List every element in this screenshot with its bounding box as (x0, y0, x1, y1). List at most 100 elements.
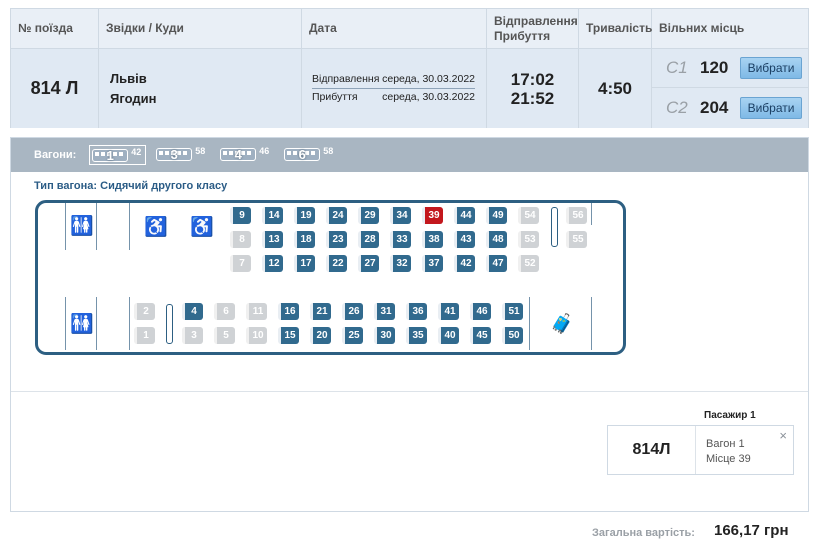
seat-15[interactable]: 15 (278, 327, 299, 344)
seat-35[interactable]: 35 (406, 327, 427, 344)
seat-25[interactable]: 25 (342, 327, 363, 344)
wagon-number: 1 (106, 148, 114, 163)
seat-31[interactable]: 31 (374, 303, 395, 320)
coach-map: 🚻 🚻 ♿ ♿ 🧳 9 14 19 24 29 34 39 44 49 54 56 8 13 18 23 28… (35, 200, 626, 355)
total-value: 166,17 грн (714, 522, 789, 539)
wagon-bar: Вагони: 1 42 3 58 4 46 6 58 (11, 138, 808, 172)
seat-41[interactable]: 41 (438, 303, 459, 320)
departure-date: середа, 30.03.2022 (382, 73, 475, 85)
ticket-info: Вагон 1 Місце 39 (706, 437, 751, 467)
seat-32[interactable]: 32 (390, 255, 411, 272)
seat-28[interactable]: 28 (358, 231, 379, 248)
duration: 4:50 (579, 49, 652, 128)
wheelchair-icon: ♿ (144, 217, 168, 238)
seat-18[interactable]: 18 (294, 231, 315, 248)
seat-36[interactable]: 36 (406, 303, 427, 320)
seat-9[interactable]: 9 (230, 207, 251, 224)
arrival-label: Прибуття (312, 91, 358, 103)
seat-51[interactable]: 51 (502, 303, 523, 320)
wall-line (96, 203, 97, 250)
seat-47[interactable]: 47 (486, 255, 507, 272)
seat-38[interactable]: 38 (422, 231, 443, 248)
wagon-tab-3[interactable]: 3 58 (154, 145, 210, 165)
seat-50[interactable]: 50 (502, 327, 523, 344)
seat-17[interactable]: 17 (294, 255, 315, 272)
seat-26[interactable]: 26 (342, 303, 363, 320)
seat-7: 7 (230, 255, 251, 272)
seat-1: 1 (134, 327, 155, 344)
seat-55: 55 (566, 231, 587, 248)
wall-line (591, 203, 592, 225)
train-table: № поїзда Звідки / Куди Дата Відправлення… (10, 8, 809, 128)
close-icon[interactable]: × (779, 428, 787, 443)
header-duration: Тривалість (579, 9, 652, 48)
seat-11: 11 (246, 303, 267, 320)
seat-24[interactable]: 24 (326, 207, 347, 224)
seat-27[interactable]: 27 (358, 255, 379, 272)
seat-5: 5 (214, 327, 235, 344)
seat-23[interactable]: 23 (326, 231, 347, 248)
wall-line (96, 297, 97, 350)
seat-48[interactable]: 48 (486, 231, 507, 248)
seat-4[interactable]: 4 (182, 303, 203, 320)
seat-54: 54 (518, 207, 539, 224)
seat-39[interactable]: 39 (422, 207, 443, 224)
train-number: 814 Л (11, 49, 99, 128)
wagon-tab-4[interactable]: 4 46 (218, 145, 274, 165)
class-row-c2: С2 204 Вибрати (652, 88, 808, 127)
seat-29[interactable]: 29 (358, 207, 379, 224)
table-row: 814 Л Львів Ягодин Відправлення середа, … (11, 49, 808, 128)
seat-30[interactable]: 30 (374, 327, 395, 344)
seat-40[interactable]: 40 (438, 327, 459, 344)
wall-line (129, 203, 130, 250)
times: 17:02 21:52 (487, 49, 579, 128)
wagon-free-count: 58 (323, 146, 334, 156)
departure-date-row: Відправлення середа, 30.03.2022 (312, 71, 475, 89)
header-dep-arr: Відправлення Прибуття (487, 9, 579, 48)
wagon-number: 6 (298, 147, 306, 162)
seat-43[interactable]: 43 (454, 231, 475, 248)
route-to: Ягодин (110, 91, 157, 106)
table-header: № поїзда Звідки / Куди Дата Відправлення… (11, 9, 808, 49)
seat-21[interactable]: 21 (310, 303, 331, 320)
wagon-tab-1[interactable]: 1 42 (89, 145, 147, 165)
wagon-free-count: 42 (131, 147, 142, 157)
ticket-wagon: Вагон 1 (706, 438, 745, 450)
class-count: 204 (700, 97, 729, 117)
ticket-card: 814Л Вагон 1 Місце 39 × (607, 425, 794, 475)
choose-c2-button[interactable]: Вибрати (740, 96, 802, 119)
seat-52: 52 (518, 255, 539, 272)
luggage-icon: 🧳 (550, 314, 574, 335)
seat-2: 2 (134, 303, 155, 320)
seat-45[interactable]: 45 (470, 327, 491, 344)
wagon-tab-6[interactable]: 6 58 (282, 145, 338, 165)
seat-12[interactable]: 12 (262, 255, 283, 272)
route: Львів Ягодин (99, 49, 302, 128)
seat-10: 10 (246, 327, 267, 344)
seat-46[interactable]: 46 (470, 303, 491, 320)
seat-42[interactable]: 42 (454, 255, 475, 272)
seat-19[interactable]: 19 (294, 207, 315, 224)
departure-time: 17:02 (510, 69, 555, 89)
seat-34[interactable]: 34 (390, 207, 411, 224)
wall-line (529, 297, 530, 350)
seat-22[interactable]: 22 (326, 255, 347, 272)
seat-49[interactable]: 49 (486, 207, 507, 224)
wheelchair-icon: ♿ (190, 217, 214, 238)
arrival-date: середа, 30.03.2022 (382, 91, 475, 103)
wagons-label: Вагони: (34, 149, 77, 161)
wall-line (129, 297, 130, 350)
toilet-icon: 🚻 (70, 216, 94, 237)
wagon-number: 3 (170, 147, 178, 162)
seat-20[interactable]: 20 (310, 327, 331, 344)
seat-13[interactable]: 13 (262, 231, 283, 248)
seat-16[interactable]: 16 (278, 303, 299, 320)
seat-37[interactable]: 37 (422, 255, 443, 272)
choose-c1-button[interactable]: Вибрати (740, 57, 802, 79)
seat-44[interactable]: 44 (454, 207, 475, 224)
seat-14[interactable]: 14 (262, 207, 283, 224)
seat-56: 56 (566, 207, 587, 224)
seat-33[interactable]: 33 (390, 231, 411, 248)
class-count: 120 (700, 58, 729, 77)
header-date: Дата (302, 9, 487, 48)
